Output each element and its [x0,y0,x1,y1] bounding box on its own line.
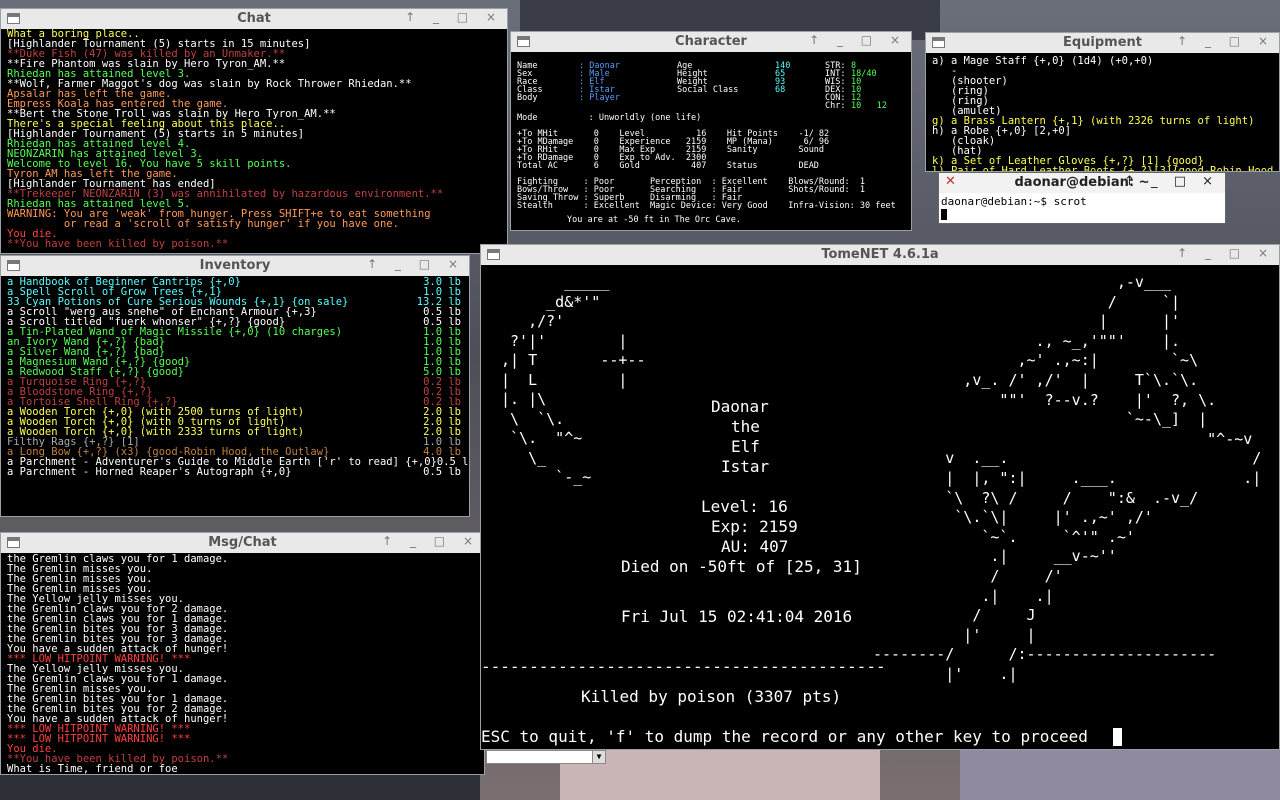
inventory-window[interactable]: Inventory ↑ _ □ × a Handbook of Beginner… [0,255,470,517]
equipment-window[interactable]: Equipment ↑ _ □ × a) a Mage Staff {+,0} … [925,32,1280,172]
chat-log: What a boring place.. [Highlander Tournam… [1,29,507,253]
window-controls[interactable]: ↑ _ □ × [367,257,465,271]
equipment-list: a) a Mage Staff {+,0} (1d4) (+0,+0) - (s… [926,53,1279,171]
inventory-titlebar[interactable]: Inventory ↑ _ □ × [1,256,469,276]
death-date: Fri Jul 15 02:41:04 2016 [621,607,853,626]
terminal-cursor [941,209,947,220]
chat-line: **You have been killed by poison.** [7,238,229,250]
message-log: the Gremlin claws you for 1 damage. The G… [1,553,484,774]
tombstone-the: the [731,417,760,436]
terminal-window[interactable]: ✕ daonar@debian: ~ ↑ _ □ × daonar@debian… [938,172,1226,224]
input-cursor [1113,728,1122,746]
character-sheet: Name: Daonar Age 140 STR: 8 Sex: Male Height 65… [511,52,911,230]
tomenet-main-window[interactable]: TomeNET 4.6.1a ↑ _ □ × _____ _d&*'" ,/?'… [480,244,1280,750]
character-level: Level: 16 [701,497,788,516]
character-skill-line: Stealth : Excellent Magic Device: Very G… [517,201,896,211]
item-name: a Parchment - Horned Reaper's Autograph … [7,466,292,478]
window-controls[interactable]: ↑ _ □ × [1177,34,1275,48]
death-cause: Killed by poison (3307 pts) [581,687,842,706]
character-skills: Fighting : Poor Perception : Excellent B… [517,178,911,211]
character-info-cell: 68 [775,85,786,95]
dropdown-arrow-icon[interactable]: ▼ [592,750,606,764]
character-race: Elf [731,437,760,456]
equipment-slot: a) a Mage Staff {+,0} (1d4) (+0,+0) [932,55,1154,67]
death-location: Died on -50ft of [25, 31] [621,557,862,576]
window-controls[interactable]: ↑ _ □ × [1124,174,1219,189]
window-controls[interactable]: ↑ _ □ × [382,534,480,548]
terminal-titlebar[interactable]: ✕ daonar@debian: ~ ↑ _ □ × [939,173,1225,193]
terminal-prompt[interactable]: daonar@debian:~$ scrot [941,195,1087,208]
chat-window[interactable]: Chat ↑ _ □ × What a boring place.. [Highl… [0,8,508,254]
msgchat-titlebar[interactable]: Msg/Chat ↑ _ □ × [1,533,484,553]
tombstone-screen: _____ _d&*'" ,/?' ?'|' | ,| T --+-- | L … [481,265,1279,749]
proceed-prompt[interactable]: ESC to quit, 'f' to dump the record or a… [481,727,1088,747]
background-shape [0,775,480,800]
window-controls[interactable]: ↑ _ □ × [1177,246,1275,260]
character-combat-stats: +To MHit 0 Level 16 Hit Points -1/ 82 +To… [517,130,911,171]
character-titlebar[interactable]: Character ↑ _ □ × [511,32,911,52]
character-info-cell: Body [517,93,538,103]
tombstone-art-left: _____ _d&*'" ,/?' ?'|' | ,| T --+-- | L … [501,273,646,486]
tombstone-art-right: ,-v___ / `| | |' ., ~_,'""' |. ,~' .,~:|… [873,273,1262,683]
equipment-slot: l) Pair of Hard Leather Boots {+,?}[3]{g… [932,165,1279,171]
message-line: What is Time, friend or foe [7,763,178,774]
character-location: You are at -50 ft in The Orc Cave. [567,215,741,225]
inventory-item[interactable]: a Parchment - Horned Reaper's Autograph … [1,466,469,478]
character-exp: Exp: 2159 [711,517,798,536]
input-box[interactable] [486,750,606,764]
character-class: Istar [721,457,770,476]
ground-line-left: ----------------------------------------… [481,657,886,676]
character-mode: Mode : Unworldly (one life) [517,113,702,123]
character-name: Daonar [711,397,769,416]
character-info-cell: Social Class [677,85,739,95]
chat-titlebar[interactable]: Chat ↑ _ □ × [1,9,507,29]
equipment-titlebar[interactable]: Equipment ↑ _ □ × [926,33,1279,53]
background-shape [560,745,880,800]
window-controls[interactable]: ↑ _ □ × [405,10,503,24]
main-title: TomeNET 4.6.1a [821,247,939,262]
character-gold: AU: 407 [721,537,789,556]
character-info-row: Chr: 10 12 [517,101,911,111]
character-window[interactable]: Character ↑ _ □ × Name: Daonar Age 140 STR:… [510,31,912,231]
inventory-list: a Handbook of Beginner Cantrips {+,0} 3.0… [1,276,469,516]
character-info-cell: Chr: [825,101,846,111]
msgchat-window[interactable]: Msg/Chat ↑ _ □ × the Gremlin claws you f… [0,532,485,775]
item-weight: 0.5 lb [423,466,461,478]
character-info-cell: 10 12 [851,101,887,111]
main-titlebar[interactable]: TomeNET 4.6.1a ↑ _ □ × [481,245,1279,265]
character-info-cell: : Player [579,93,620,103]
message-line: *** LOW HITPOINT WARNING! *** [7,733,191,745]
character-stat-line: Total AC 6 Gold 407 Status DEAD [517,161,819,171]
window-controls[interactable]: ↑ _ □ × [809,33,907,47]
character-basic-info: Name: Daonar Age 140 STR: 8 Sex: Male Height 65… [517,62,911,111]
chat-line: or read a 'scroll of satisfy hunger' if … [7,218,399,230]
